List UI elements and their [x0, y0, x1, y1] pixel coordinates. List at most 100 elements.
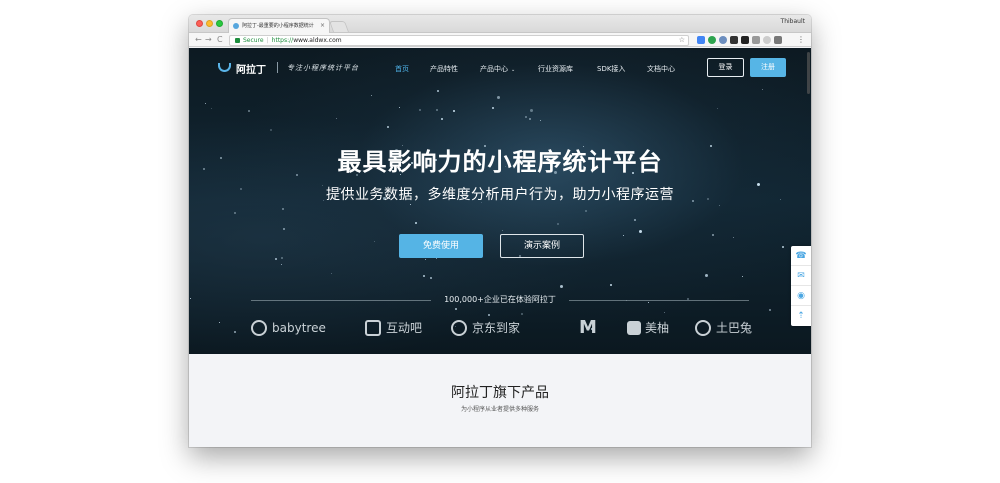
star-dot	[717, 108, 718, 109]
back-to-top-icon[interactable]: ⇡	[791, 306, 811, 326]
browser-tab-bar: 阿拉丁-最重要的小程序数据统计 × Thibault	[189, 15, 811, 33]
page-viewport: 阿拉丁 专注小程序统计平台 首页 产品特性 产品中心 ⌄ 行业资源库 SDK接入 …	[189, 48, 811, 447]
star-dot	[336, 118, 337, 119]
star-dot	[234, 212, 236, 214]
browser-window: 阿拉丁-最重要的小程序数据统计 × Thibault ← → C Secure |…	[189, 15, 811, 447]
minimize-window-button[interactable]	[206, 20, 213, 27]
star-dot	[331, 273, 332, 274]
star-icon[interactable]: ☆	[679, 35, 685, 45]
star-dot	[497, 96, 500, 99]
aladdin-logo-icon[interactable]	[218, 63, 231, 72]
zoom-window-button[interactable]	[216, 20, 223, 27]
login-button[interactable]: 登录	[707, 58, 744, 77]
star-dot	[492, 107, 494, 109]
babytree-logo: babytree	[251, 316, 326, 340]
lock-icon	[235, 38, 240, 43]
star-dot	[441, 118, 443, 120]
jd-daojia-logo: 京东到家	[451, 316, 520, 340]
extension-icon-green[interactable]	[708, 36, 716, 44]
profile-name[interactable]: Thibault	[781, 18, 805, 25]
site-nav: 阿拉丁 专注小程序统计平台 首页 产品特性 产品中心 ⌄ 行业资源库 SDK接入 …	[189, 48, 811, 88]
extension-icon-grey[interactable]	[752, 36, 760, 44]
nav-item-products-label: 产品中心	[480, 65, 508, 73]
star-dot	[664, 312, 665, 313]
star-dot	[529, 118, 531, 120]
secure-label: Secure	[243, 37, 264, 44]
hudongba-logo-icon	[365, 320, 381, 336]
star-dot	[453, 110, 455, 112]
headset-icon[interactable]: ☎	[791, 246, 811, 266]
chevron-down-icon: ⌄	[511, 67, 516, 73]
floating-toolbar: ☎ ✉ ◉ ⇡	[791, 246, 811, 326]
star-dot	[371, 95, 372, 96]
products-subtitle: 为小程序从业者提供多种服务	[460, 406, 539, 413]
address-bar[interactable]: Secure | https://www.aldwx.com ☆	[229, 35, 689, 46]
reload-button[interactable]: C	[217, 33, 223, 47]
star-dot	[623, 235, 624, 236]
forward-button[interactable]: →	[205, 33, 212, 47]
star-dot	[419, 109, 421, 111]
tab-close-icon[interactable]: ×	[320, 19, 325, 33]
demo-cases-button[interactable]: 演示案例	[500, 234, 584, 258]
tubatu-logo: 土巴兔	[695, 316, 752, 340]
nav-item-features[interactable]: 产品特性	[430, 64, 458, 74]
register-button[interactable]: 注册	[750, 58, 786, 77]
star-dot	[270, 129, 272, 131]
wechat-icon[interactable]: ✉	[791, 266, 811, 286]
extension-icon-blue[interactable]	[719, 36, 727, 44]
star-dot	[782, 246, 784, 248]
star-dot	[639, 230, 642, 233]
extension-icon-dark[interactable]	[774, 36, 782, 44]
favicon-icon	[233, 23, 239, 29]
nav-item-resources[interactable]: 行业资源库	[538, 64, 573, 74]
meiyou-logo: 美柚	[627, 316, 669, 340]
url-scheme: https://	[271, 37, 294, 44]
meiyou-logo-icon	[627, 321, 641, 335]
back-button[interactable]: ←	[195, 33, 202, 47]
translate-icon[interactable]	[697, 36, 705, 44]
partner-name: M	[579, 317, 597, 338]
eyedropper-icon[interactable]	[730, 36, 738, 44]
browser-menu-icon[interactable]: ⋮	[797, 33, 805, 47]
partner-name: babytree	[272, 321, 326, 335]
extension-icons	[697, 36, 782, 45]
partner-name: 互动吧	[386, 321, 423, 335]
products-section: 阿拉丁旗下产品 为小程序从业者提供多种服务	[189, 354, 811, 447]
star-dot	[742, 276, 743, 277]
close-window-button[interactable]	[196, 20, 203, 27]
browser-tab-active[interactable]: 阿拉丁-最重要的小程序数据统计 ×	[228, 18, 330, 33]
star-dot	[540, 120, 541, 121]
hero-title: 最具影响力的小程序统计平台	[337, 148, 663, 176]
nav-item-products[interactable]: 产品中心 ⌄	[480, 64, 515, 74]
star-dot	[762, 89, 763, 90]
trust-statement: 100,000+企业已在体验阿拉丁	[444, 295, 556, 304]
extension-icon-circle[interactable]	[763, 36, 771, 44]
qq-icon[interactable]: ◉	[791, 286, 811, 306]
star-dot	[399, 107, 400, 108]
star-dot	[248, 110, 250, 112]
url-host: www.aldwx.com	[293, 37, 342, 44]
star-dot	[205, 103, 206, 104]
partner-logos: babytree 互动吧 京东到家 M 美柚 土巴兔	[189, 316, 811, 340]
partner-name: 土巴兔	[716, 321, 753, 335]
nav-item-sdk[interactable]: SDK接入	[597, 64, 625, 74]
logo-slogan: 专注小程序统计平台	[287, 64, 359, 72]
star-dot	[719, 205, 720, 206]
babytree-logo-icon	[251, 320, 267, 336]
star-dot	[281, 264, 282, 265]
star-dot	[387, 126, 389, 128]
nav-item-home[interactable]: 首页	[395, 64, 409, 74]
star-dot	[705, 274, 708, 277]
url-separator: |	[266, 37, 269, 44]
cursor-icon[interactable]	[741, 36, 749, 44]
nav-item-docs[interactable]: 文档中心	[647, 64, 675, 74]
star-dot	[437, 90, 439, 92]
star-dot	[275, 258, 277, 260]
star-dot	[455, 308, 457, 310]
star-dot	[283, 228, 285, 230]
star-dot	[530, 109, 533, 112]
products-title: 阿拉丁旗下产品	[451, 385, 549, 401]
new-tab-button[interactable]	[328, 21, 350, 32]
free-trial-button[interactable]: 免费使用	[399, 234, 483, 258]
logo-text[interactable]: 阿拉丁	[236, 61, 266, 76]
